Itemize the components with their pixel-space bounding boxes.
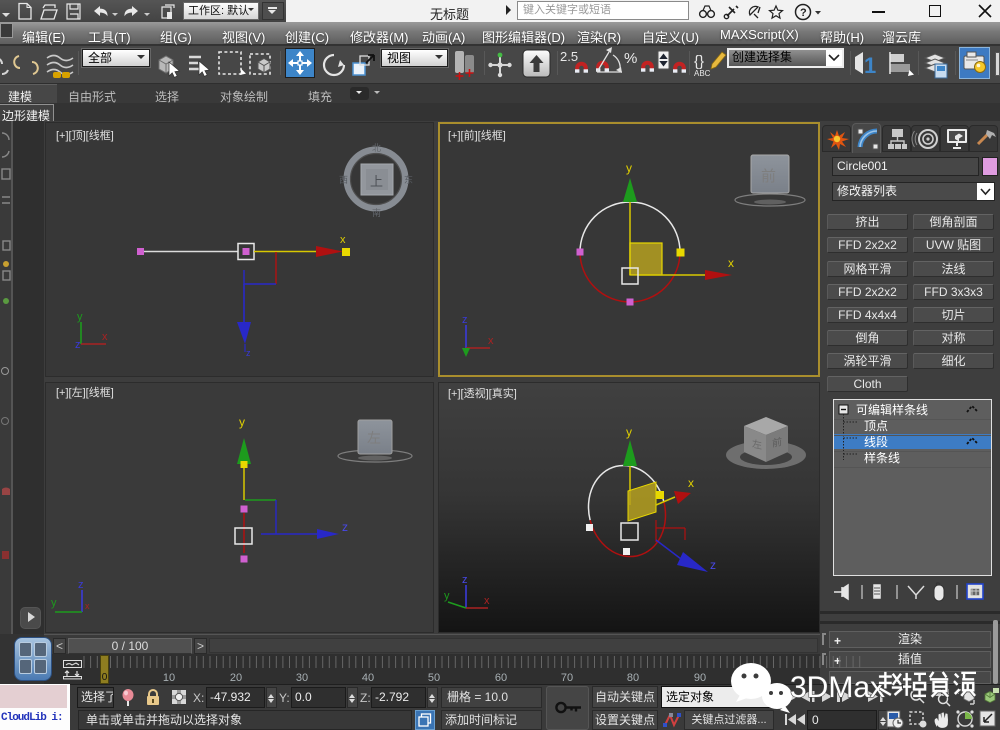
svg-text:x: x bbox=[484, 595, 490, 607]
svg-text:z: z bbox=[710, 558, 716, 572]
svg-text:西: 西 bbox=[339, 175, 348, 185]
svg-text:z: z bbox=[462, 574, 468, 586]
svg-text:线段: 线段 bbox=[864, 434, 888, 449]
svg-text:[+][顶][线框]: [+][顶][线框] bbox=[56, 128, 114, 142]
svg-text:y: y bbox=[444, 590, 450, 602]
svg-text:%: % bbox=[624, 50, 637, 67]
svg-text:z: z bbox=[342, 520, 348, 534]
svg-text:50: 50 bbox=[428, 672, 440, 684]
svg-text:?: ? bbox=[800, 7, 807, 19]
svg-text:{}: {} bbox=[694, 53, 704, 70]
svg-text:80: 80 bbox=[627, 672, 639, 684]
svg-text:南: 南 bbox=[372, 207, 381, 218]
svg-text:x: x bbox=[488, 335, 494, 347]
svg-text:z: z bbox=[78, 579, 84, 591]
svg-text:北: 北 bbox=[372, 143, 381, 153]
svg-text:[+][左][线框]: [+][左][线框] bbox=[56, 385, 114, 399]
svg-text:[+][透视][真实]: [+][透视][真实] bbox=[448, 386, 517, 400]
svg-text:30: 30 bbox=[296, 672, 308, 684]
svg-text:z: z bbox=[462, 314, 468, 326]
svg-text:左: 左 bbox=[367, 430, 381, 446]
svg-text:y: y bbox=[239, 415, 245, 429]
svg-text:z: z bbox=[246, 348, 251, 358]
svg-text:60: 60 bbox=[495, 672, 507, 684]
svg-text:东: 东 bbox=[404, 174, 413, 185]
svg-text:3DMax: 3DMax bbox=[790, 671, 885, 704]
svg-text:y: y bbox=[77, 311, 83, 323]
svg-text:上: 上 bbox=[370, 174, 383, 189]
svg-text:顶点: 顶点 bbox=[864, 419, 888, 433]
svg-text:y: y bbox=[51, 597, 57, 609]
svg-text:10: 10 bbox=[163, 672, 175, 684]
svg-text:可编辑样条线: 可编辑样条线 bbox=[856, 402, 928, 417]
svg-text:前: 前 bbox=[761, 168, 776, 185]
svg-text:x: x bbox=[688, 476, 694, 490]
svg-text:2.5: 2.5 bbox=[560, 49, 578, 64]
svg-text:ABC: ABC bbox=[694, 69, 711, 78]
svg-text:[+][前][线框]: [+][前][线框] bbox=[448, 128, 506, 142]
svg-text:样条线: 样条线 bbox=[864, 450, 900, 465]
svg-text:40: 40 bbox=[362, 672, 374, 684]
svg-text:x: x bbox=[340, 234, 346, 246]
svg-text:x: x bbox=[85, 601, 90, 611]
svg-text:x: x bbox=[102, 331, 108, 343]
svg-text:1: 1 bbox=[864, 53, 876, 78]
svg-text:90: 90 bbox=[694, 672, 706, 684]
svg-text:y: y bbox=[626, 425, 632, 439]
svg-text:y: y bbox=[626, 161, 632, 175]
svg-text:20: 20 bbox=[230, 672, 242, 684]
svg-text:70: 70 bbox=[561, 672, 573, 684]
svg-text:x: x bbox=[728, 256, 734, 270]
svg-text:z: z bbox=[75, 339, 81, 351]
